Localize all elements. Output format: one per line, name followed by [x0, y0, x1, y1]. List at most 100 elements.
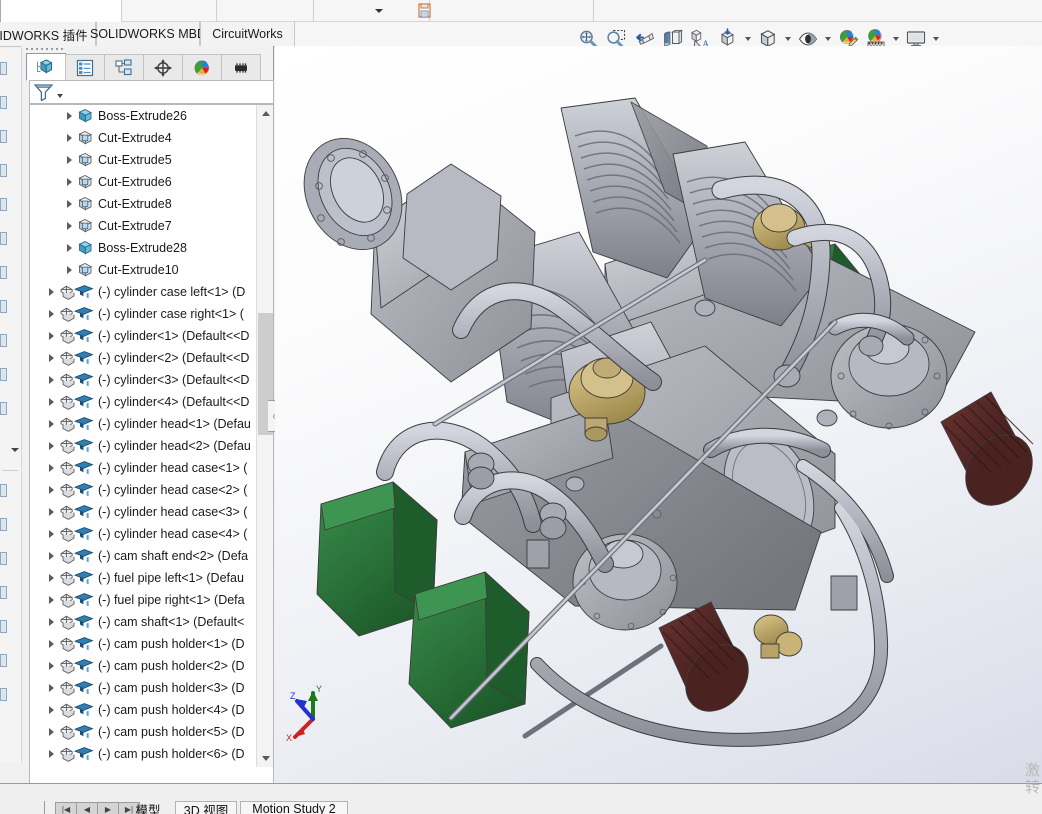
save-icon[interactable]	[413, 1, 435, 21]
feature-tree-item[interactable]: (-) cylinder head case<1> (	[30, 457, 255, 479]
feature-tree-item[interactable]: (-) cam shaft end<2> (Defa	[30, 545, 255, 567]
motion-prev-frame-button[interactable]: ◀	[76, 802, 98, 814]
expand-arrow-icon[interactable]	[62, 149, 76, 171]
feature-tree-item[interactable]: Cut-Extrude10	[30, 259, 255, 281]
feature-tree-item[interactable]: Boss-Extrude28	[30, 237, 255, 259]
feature-tree-item[interactable]: (-) cam push holder<3> (D	[30, 677, 255, 699]
expand-arrow-icon[interactable]	[44, 391, 58, 413]
command-chip[interactable]	[0, 688, 7, 701]
command-chip[interactable]	[0, 552, 7, 565]
feature-tree-item[interactable]: (-) cam push holder<6> (D	[30, 743, 255, 765]
expand-arrow-icon[interactable]	[44, 325, 58, 347]
addin-manager-tab[interactable]	[221, 54, 261, 81]
graphics-viewport[interactable]: X Y Z	[275, 46, 1042, 783]
expand-arrow-icon[interactable]	[44, 413, 58, 435]
feature-tree-item[interactable]: (-) cam push holder<4> (D	[30, 699, 255, 721]
expand-arrow-icon[interactable]	[44, 699, 58, 721]
expand-arrow-icon[interactable]	[44, 435, 58, 457]
expand-arrow-icon[interactable]	[44, 545, 58, 567]
feature-tree-item[interactable]: (-) cam push holder<5> (D	[30, 721, 255, 743]
expand-arrow-icon[interactable]	[44, 677, 58, 699]
feature-tree-item[interactable]: (-) cylinder head case<2> (	[30, 479, 255, 501]
expand-arrow-icon[interactable]	[44, 303, 58, 325]
expand-arrow-icon[interactable]	[44, 501, 58, 523]
expand-arrow-icon[interactable]	[44, 721, 58, 743]
expand-arrow-icon[interactable]	[44, 523, 58, 545]
expand-arrow-icon[interactable]	[62, 193, 76, 215]
expand-arrow-icon[interactable]	[44, 589, 58, 611]
scroll-up-arrow-icon[interactable]	[257, 105, 273, 122]
feature-tree-item[interactable]: (-) cylinder<2> (Default<<D	[30, 347, 255, 369]
command-chip[interactable]	[0, 620, 7, 633]
command-chip[interactable]	[0, 266, 7, 279]
feature-tree-filter[interactable]	[29, 80, 274, 104]
motion-next-frame-button[interactable]: ▶	[97, 802, 119, 814]
expand-arrow-icon[interactable]	[44, 281, 58, 303]
command-chip[interactable]	[0, 300, 7, 313]
expand-arrow-icon[interactable]	[62, 215, 76, 237]
expand-arrow-icon[interactable]	[44, 479, 58, 501]
command-chip[interactable]	[0, 198, 7, 211]
feature-tree-item[interactable]: Cut-Extrude5	[30, 149, 255, 171]
expand-arrow-icon[interactable]	[44, 369, 58, 391]
scroll-down-arrow-icon[interactable]	[257, 750, 273, 767]
expand-arrow-icon[interactable]	[44, 611, 58, 633]
command-chip[interactable]	[0, 518, 7, 531]
expand-arrow-icon[interactable]	[62, 237, 76, 259]
command-chip[interactable]	[0, 402, 7, 415]
property-manager-tab[interactable]	[65, 54, 105, 81]
command-strip-overflow-caret[interactable]	[11, 448, 19, 452]
quick-access-slot-b[interactable]	[122, 0, 217, 22]
expand-arrow-icon[interactable]	[44, 743, 58, 765]
feature-tree-item[interactable]: (-) cylinder head<2> (Defau	[30, 435, 255, 457]
feature-tree-item[interactable]: Cut-Extrude4	[30, 127, 255, 149]
command-chip[interactable]	[0, 334, 7, 347]
feature-tree-item[interactable]: (-) cylinder head<1> (Defau	[30, 413, 255, 435]
command-chip[interactable]	[0, 164, 7, 177]
feature-tree[interactable]: Boss-Extrude26 Cut-Extrude4 Cut-Extrude5…	[30, 105, 255, 765]
feature-tree-item[interactable]: (-) cylinder<1> (Default<<D	[30, 325, 255, 347]
command-chip[interactable]	[0, 586, 7, 599]
expand-arrow-icon[interactable]	[62, 171, 76, 193]
feature-tree-item[interactable]: (-) cylinder head case<4> (	[30, 523, 255, 545]
command-chip[interactable]	[0, 232, 7, 245]
bottom-tab-model[interactable]: 模型	[124, 801, 172, 814]
expand-arrow-icon[interactable]	[62, 259, 76, 281]
dimxpert-manager-tab[interactable]	[143, 54, 183, 81]
chevron-down-icon[interactable]	[375, 9, 383, 13]
expand-arrow-icon[interactable]	[44, 655, 58, 677]
feature-tree-item[interactable]: (-) cylinder head case<3> (	[30, 501, 255, 523]
command-chip[interactable]	[0, 62, 7, 75]
feature-tree-vertical-scrollbar[interactable]	[256, 105, 273, 767]
panel-drag-handle[interactable]	[26, 47, 70, 52]
display-manager-tab[interactable]	[182, 54, 222, 81]
feature-tree-item[interactable]: Cut-Extrude8	[30, 193, 255, 215]
quick-access-slot-e[interactable]	[430, 0, 594, 22]
feature-tree-item[interactable]: (-) cam push holder<1> (D	[30, 633, 255, 655]
feature-tree-item[interactable]: (-) cylinder<4> (Default<<D	[30, 391, 255, 413]
command-chip[interactable]	[0, 484, 7, 497]
feature-tree-item[interactable]: (-) fuel pipe right<1> (Defa	[30, 589, 255, 611]
feature-manager-tab[interactable]	[26, 53, 66, 81]
feature-tree-item[interactable]: (-) fuel pipe left<1> (Defau	[30, 567, 255, 589]
feature-tree-item[interactable]: (-) cylinder case left<1> (D	[30, 281, 255, 303]
feature-tree-item[interactable]: (-) cam shaft<1> (Default<	[30, 611, 255, 633]
quick-access-slot-c[interactable]	[217, 0, 314, 22]
feature-tree-item[interactable]: (-) cam push holder<2> (D	[30, 655, 255, 677]
feature-tree-item[interactable]: (-) cylinder<3> (Default<<D	[30, 369, 255, 391]
expand-arrow-icon[interactable]	[44, 567, 58, 589]
ribbon-tab-solidworks-mbd[interactable]: SOLIDWORKS MBD	[90, 22, 206, 47]
motion-first-frame-button[interactable]: |◀	[55, 802, 77, 814]
feature-tree-item[interactable]: Cut-Extrude7	[30, 215, 255, 237]
command-chip[interactable]	[0, 654, 7, 667]
feature-tree-item[interactable]: (-) cylinder case right<1> (	[30, 303, 255, 325]
expand-arrow-icon[interactable]	[62, 105, 76, 127]
configuration-manager-tab[interactable]	[104, 54, 144, 81]
command-chip[interactable]	[0, 368, 7, 381]
command-chip[interactable]	[0, 130, 7, 143]
expand-arrow-icon[interactable]	[44, 457, 58, 479]
command-chip[interactable]	[0, 96, 7, 109]
expand-arrow-icon[interactable]	[44, 633, 58, 655]
expand-arrow-icon[interactable]	[62, 127, 76, 149]
expand-arrow-icon[interactable]	[44, 347, 58, 369]
